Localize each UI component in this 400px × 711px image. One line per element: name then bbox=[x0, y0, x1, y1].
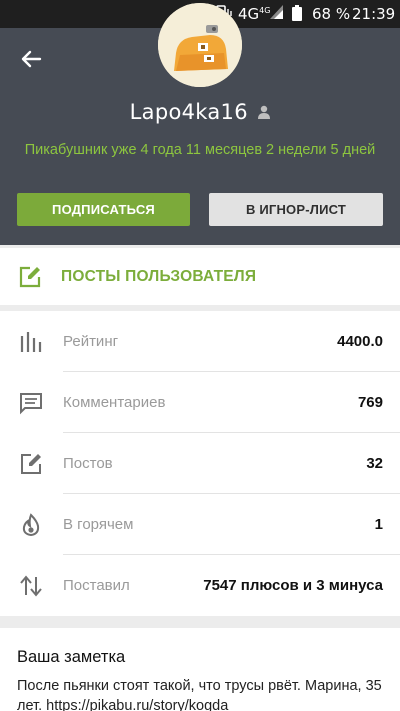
username-row: Lapo4ka16 bbox=[0, 100, 400, 124]
stat-value: 1 bbox=[374, 516, 383, 533]
subscribe-button[interactable]: ПОДПИСАТЬСЯ bbox=[17, 193, 190, 226]
network-label: 4G bbox=[238, 5, 260, 23]
stat-row-hot: В горячем 1 bbox=[0, 494, 400, 555]
network-sublabel: 4G bbox=[259, 6, 271, 15]
profile-header: Lapo4ka16 Пикабушник уже 4 года 11 месяц… bbox=[0, 3, 400, 245]
person-icon bbox=[258, 105, 271, 124]
edit-icon bbox=[19, 452, 43, 476]
stat-label: Рейтинг bbox=[63, 333, 119, 350]
updown-arrows-icon bbox=[19, 574, 43, 598]
clock: 21:39 bbox=[352, 5, 396, 23]
comment-icon bbox=[19, 391, 43, 415]
stats-list: Рейтинг 4400.0 Комментариев 769 Постов 3… bbox=[0, 311, 400, 616]
rating-bars-icon bbox=[19, 330, 43, 354]
stat-value: 7547 плюсов и 3 минуса bbox=[203, 577, 383, 594]
user-posts-link[interactable]: ПОСТЫ ПОЛЬЗОВАТЕЛЯ bbox=[0, 248, 400, 305]
edit-icon bbox=[19, 266, 41, 293]
stat-value: 4400.0 bbox=[337, 333, 383, 350]
stat-row-posts: Постов 32 bbox=[0, 433, 400, 494]
username: Lapo4ka16 bbox=[129, 100, 248, 124]
stat-row-comments: Комментариев 769 bbox=[0, 372, 400, 433]
back-button[interactable] bbox=[14, 44, 48, 74]
note-title: Ваша заметка bbox=[17, 648, 126, 666]
signal-icon bbox=[270, 5, 284, 23]
user-posts-label: ПОСТЫ ПОЛЬЗОВАТЕЛЯ bbox=[61, 268, 257, 285]
note-text: После пьянки стоят такой, что трусы рвёт… bbox=[17, 678, 382, 711]
avatar[interactable] bbox=[158, 3, 242, 87]
stat-value: 32 bbox=[366, 455, 383, 472]
stat-label: Поставил bbox=[63, 577, 130, 594]
stat-label: Комментариев bbox=[63, 394, 166, 411]
stat-row-rating: Рейтинг 4400.0 bbox=[0, 311, 400, 372]
user-note[interactable]: Ваша заметка После пьянки стоят такой, ч… bbox=[0, 628, 400, 711]
stat-value: 769 bbox=[357, 394, 383, 411]
ignore-list-button[interactable]: В ИГНОР-ЛИСТ bbox=[209, 193, 383, 226]
flame-icon bbox=[19, 513, 43, 537]
battery-percent: 68 % bbox=[312, 5, 351, 23]
stat-label: Постов bbox=[63, 455, 113, 472]
stat-row-votes: Поставил 7547 плюсов и 3 минуса bbox=[0, 555, 400, 616]
network-indicator: 4G4G bbox=[238, 5, 270, 23]
avatar-image bbox=[158, 3, 242, 87]
battery-icon bbox=[292, 5, 302, 25]
tenure-text: Пикабушник уже 4 года 11 месяцев 2 недел… bbox=[24, 142, 376, 158]
arrow-left-icon bbox=[21, 50, 42, 68]
stat-label: В горячем bbox=[63, 516, 134, 533]
